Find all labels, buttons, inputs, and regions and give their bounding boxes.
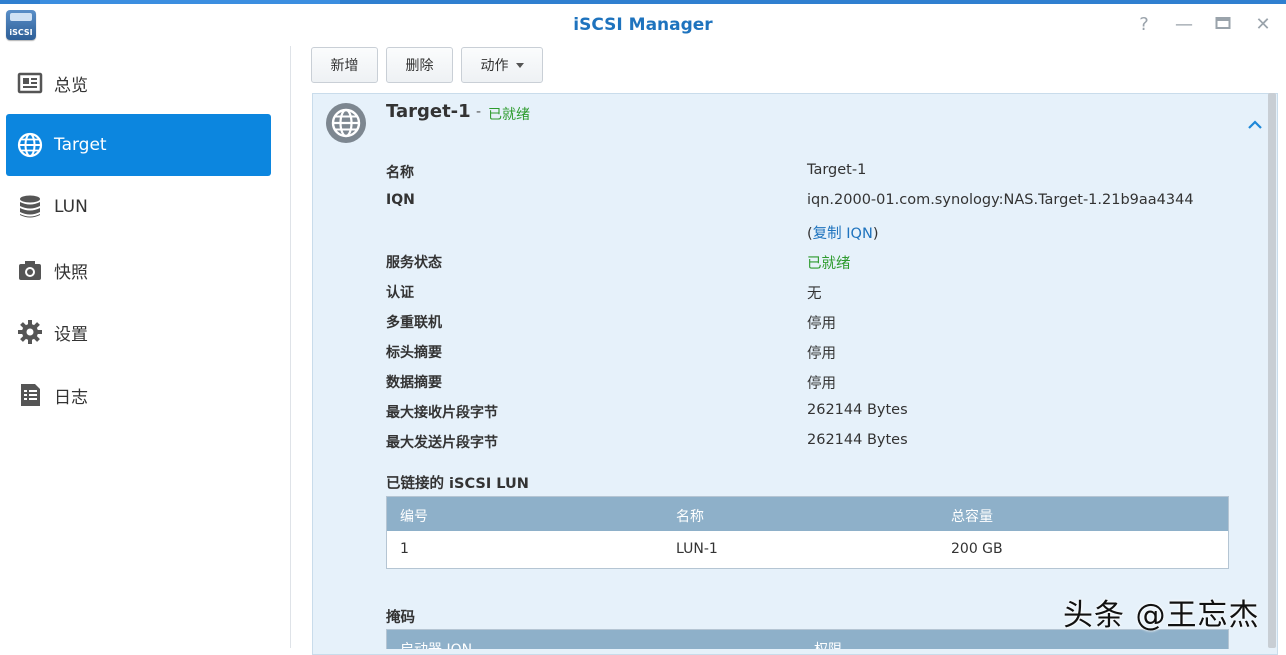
mask-title: 掩码 bbox=[386, 610, 415, 626]
help-icon[interactable]: ? bbox=[1133, 14, 1155, 36]
target-globe-icon bbox=[325, 102, 367, 144]
target-status-badge: 已就绪 bbox=[488, 107, 530, 123]
copy-iqn-line: (复制 IQN) bbox=[807, 226, 879, 242]
detail-label-name: 名称 bbox=[386, 165, 414, 181]
delete-button[interactable]: 删除 bbox=[386, 47, 453, 83]
window-title: iSCSI Manager bbox=[573, 15, 713, 35]
sidebar-item-label: Target bbox=[54, 135, 107, 155]
watermark-text: 头条 @王忘杰 bbox=[1063, 598, 1260, 633]
sidebar-item-label: 快照 bbox=[54, 262, 88, 283]
title-bar: iSCSI iSCSI Manager ? — ✕ bbox=[0, 4, 1286, 46]
detail-value-multi-session: 停用 bbox=[807, 316, 836, 332]
column-header-name[interactable]: 名称 bbox=[676, 506, 704, 526]
action-dropdown-button[interactable]: 动作 bbox=[461, 47, 543, 83]
detail-label-max-send: 最大发送片段字节 bbox=[386, 435, 498, 451]
detail-value-name: Target-1 bbox=[807, 162, 867, 178]
sidebar-item-label: 设置 bbox=[54, 324, 88, 345]
sidebar-item-snapshot[interactable]: 快照 bbox=[6, 239, 271, 301]
cell-number: 1 bbox=[400, 541, 409, 557]
table-row[interactable]: 1 LUN-1 200 GB bbox=[387, 531, 1228, 567]
close-icon[interactable]: ✕ bbox=[1252, 14, 1274, 36]
linked-lun-title: 已链接的 iSCSI LUN bbox=[386, 476, 529, 492]
sidebar-item-target[interactable]: Target bbox=[6, 114, 271, 176]
chevron-up-icon[interactable] bbox=[1245, 115, 1265, 135]
detail-label-service-status: 服务状态 bbox=[386, 255, 442, 271]
globe-icon bbox=[17, 132, 43, 158]
detail-label-header-digest: 标头摘要 bbox=[386, 345, 442, 361]
cell-name: LUN-1 bbox=[676, 541, 718, 557]
minimize-icon[interactable]: — bbox=[1173, 14, 1195, 36]
detail-value-header-digest: 停用 bbox=[807, 346, 836, 362]
title-separator: - bbox=[476, 104, 482, 120]
caret-down-icon bbox=[515, 62, 524, 68]
detail-label-auth: 认证 bbox=[386, 285, 414, 301]
sidebar-item-lun[interactable]: LUN bbox=[6, 176, 271, 238]
column-header-capacity[interactable]: 总容量 bbox=[951, 506, 993, 526]
overview-icon bbox=[17, 70, 43, 96]
target-name-title: Target-1 bbox=[386, 101, 471, 122]
sidebar-item-settings[interactable]: 设置 bbox=[6, 301, 271, 363]
table-header: 编号 名称 总容量 bbox=[387, 497, 1228, 531]
detail-label-iqn: IQN bbox=[386, 192, 415, 208]
detail-value-max-recv: 262144 Bytes bbox=[807, 402, 908, 418]
scrollbar[interactable] bbox=[1268, 93, 1276, 648]
column-header-number[interactable]: 编号 bbox=[400, 506, 428, 526]
detail-label-max-recv: 最大接收片段字节 bbox=[386, 405, 498, 421]
detail-label-data-digest: 数据摘要 bbox=[386, 375, 442, 391]
cell-capacity: 200 GB bbox=[951, 541, 1003, 557]
sidebar-item-log[interactable]: 日志 bbox=[6, 364, 271, 426]
detail-value-max-send: 262144 Bytes bbox=[807, 432, 908, 448]
detail-value-service-status: 已就绪 bbox=[807, 256, 851, 272]
detail-value-iqn: iqn.2000-01.com.synology:NAS.Target-1.21… bbox=[807, 192, 1194, 208]
gear-icon bbox=[17, 319, 43, 345]
database-icon bbox=[17, 194, 43, 220]
camera-icon bbox=[17, 257, 43, 283]
detail-label-multi-session: 多重联机 bbox=[386, 315, 442, 331]
add-button[interactable]: 新增 bbox=[311, 47, 378, 83]
copy-iqn-link[interactable]: 复制 IQN bbox=[813, 226, 873, 242]
maximize-icon[interactable] bbox=[1212, 14, 1234, 36]
detail-value-data-digest: 停用 bbox=[807, 376, 836, 392]
detail-value-auth: 无 bbox=[807, 286, 822, 302]
sidebar-item-overview[interactable]: 总览 bbox=[6, 52, 271, 114]
sidebar: 总览 Target LUN 快照 设置 日志 bbox=[0, 46, 291, 648]
linked-lun-table: 编号 名称 总容量 1 LUN-1 200 GB bbox=[386, 496, 1229, 569]
sidebar-item-label: LUN bbox=[54, 197, 88, 217]
log-icon bbox=[17, 382, 43, 408]
sidebar-item-label: 总览 bbox=[54, 75, 88, 96]
target-detail-panel bbox=[312, 93, 1278, 655]
sidebar-item-label: 日志 bbox=[54, 387, 88, 408]
